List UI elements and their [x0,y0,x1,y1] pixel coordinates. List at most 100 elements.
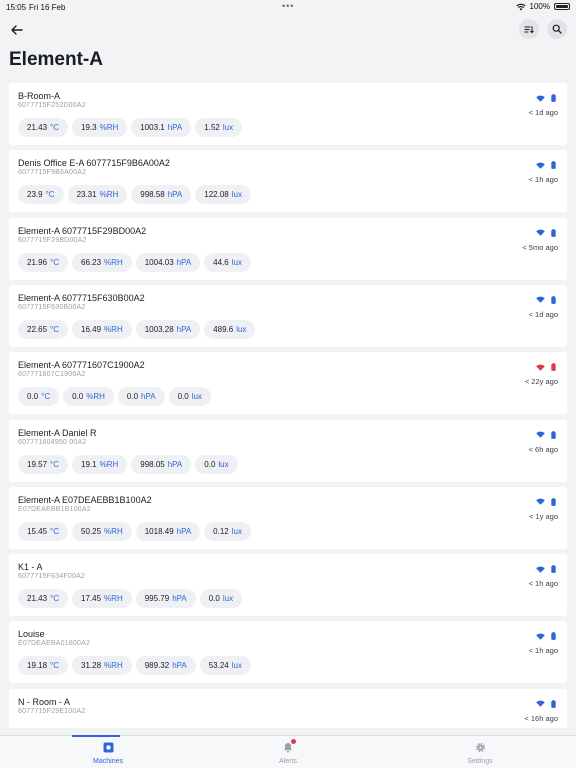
reading-unit: %RH [104,324,123,334]
alert-badge-dot [291,739,296,744]
reading-chip-press: 1003.1 hPA [131,118,192,137]
last-seen: < 5mo ago [522,242,558,252]
reading-chip-temp: 19.18 °C [18,656,69,676]
machine-serial: 607771607C1900A2 [18,371,86,379]
machine-card[interactable]: Element-A 6077715F29BD00A2 6077715F29BD00… [9,217,567,280]
reading-chip-temp: 19.57 °C [18,454,69,474]
machine-card[interactable]: Element-A Daniel R 607771604950 00A2 19.57… [9,419,567,482]
status-time: 15:05 [6,3,27,12]
reading-chip-hum: 19.3 %RH [72,118,128,137]
reading-chip-hum: 66.23 %RH [72,252,132,272]
reading-chips: 22.65 °C 16.49 %RH 1003.28 hPA 489.6 lux [18,319,256,339]
status-icons [536,161,556,170]
machines-icon [103,741,114,754]
reading-chip-press: 1003.28 hPA [135,319,201,339]
status-icons [536,632,556,641]
reading-unit: lux [236,324,247,334]
reading-chip-temp: 0.0 °C [18,387,60,407]
machine-name: K1 - A [18,562,43,573]
machine-serial: E07DEAEBB1B100A2 [18,505,91,513]
reading-unit: lux [222,594,234,604]
reading-value: 21.43 [27,123,48,132]
reading-unit: hPA [176,324,192,334]
machine-name: B-Room-A [18,91,61,101]
status-icons [536,295,556,304]
reading-chip-light: 489.6 lux [204,319,256,339]
back-button[interactable] [8,21,26,39]
search-icon [552,24,562,34]
battery-status-icon [551,363,556,372]
machine-card[interactable]: K1 - A 6077715F634F00A2 21.43 °C 17.45 %RH 995… [9,554,567,617]
reading-value: 19.18 [27,661,48,671]
reading-value: 21.96 [27,257,48,267]
reading-chip-temp: 21.96 °C [18,252,69,272]
reading-chips: 23.9 °C 23.31 %RH 998.58 hPA 122.08 lux [18,185,251,205]
tab-alerts-label: Alerts [279,758,297,765]
battery-status-icon [551,565,556,573]
reading-value: 23.9 [27,190,43,200]
top-bar [0,18,576,42]
status-icons [536,565,556,573]
reading-chip-light: 0.0 lux [168,387,211,407]
last-seen: < 1h ago [528,646,558,656]
reading-value: 0.0 [126,392,139,402]
search-button[interactable] [547,19,567,39]
reading-chip-hum: 23.31 %RH [67,185,128,205]
machine-card[interactable]: N - Room - A 6077715F29E100A2 < 16h ago [9,688,567,728]
reading-unit: %RH [99,190,119,200]
reading-chip-light: 44.6 lux [204,252,251,272]
machine-card[interactable]: Element-A 6077715F630B00A2 6077715F630B00… [9,284,567,347]
status-icons [536,228,556,237]
signal-icon [536,95,545,102]
sort-button[interactable] [519,19,539,39]
reading-value: 989.32 [144,661,170,671]
last-seen: < 1d ago [528,309,558,319]
machine-name: Element-A 6077715F29BD00A2 [18,225,147,236]
reading-unit: lux [222,123,234,132]
tab-machines-label: Machines [93,758,123,765]
reading-chip-hum: 19.1 %RH [72,454,128,474]
machine-list[interactable]: B-Room-A 6077715F252D00A2 21.43 °C 19.3 %RH 10… [9,83,567,728]
reading-unit: lux [231,190,242,200]
machine-card[interactable]: Louise E07DEAEBA01800A2 19.18 °C 31.28 %RH 989… [9,621,567,684]
reading-value: 31.28 [81,661,102,671]
reading-value: 19.1 [81,459,97,469]
machine-card[interactable]: Element-A 607771607C1900A2 607771607C1900… [9,352,567,415]
machine-card[interactable]: Denis Office E-A 6077715F9B6A00A2 6077715… [9,150,567,213]
machine-serial: E07DEAEBA01800A2 [18,640,91,648]
machine-name: Element-A 6077715F630B00A2 [18,292,145,303]
machine-card[interactable]: Element-A E07DEAEBB1B100A2 E07DEAEBB1B100… [9,486,567,549]
machine-name: Element-A 607771607C1900A2 [18,360,145,371]
reading-value: 0.0 [72,392,84,402]
reading-value: 998.58 [140,190,165,200]
reading-unit: hPA [141,392,156,402]
signal-icon [536,700,545,707]
reading-chip-press: 995.79 hPA [135,589,196,609]
reading-unit: lux [191,392,202,402]
reading-unit: °C [50,526,60,536]
battery-status-icon [551,632,556,641]
machine-serial: 6077715F9B6A00A2 [18,169,87,177]
reading-value: 0.0 [204,459,216,469]
reading-chip-light: 1.52 lux [195,118,243,137]
machine-card[interactable]: B-Room-A 6077715F252D00A2 21.43 °C 19.3 %RH 10… [9,83,567,145]
reading-unit: °C [50,123,60,132]
reading-unit: %RH [104,526,123,536]
reading-unit: °C [50,257,60,267]
tab-settings[interactable]: Settings [420,736,540,768]
signal-icon [536,364,545,371]
reading-chip-press: 0.0 hPA [117,387,165,407]
tab-alerts[interactable]: Alerts [228,736,348,768]
reading-unit: %RH [104,661,123,671]
multitask-dots[interactable]: ••• [282,1,294,11]
reading-unit: %RH [99,459,119,469]
tab-machines[interactable]: Machines [48,735,168,768]
tab-settings-label: Settings [467,758,493,765]
reading-value: 1018.49 [144,526,174,536]
reading-value: 1003.1 [140,123,165,132]
reading-value: 19.3 [81,123,97,132]
signal-icon [536,229,545,236]
reading-value: 1003.28 [144,324,174,334]
reading-unit: lux [231,661,242,671]
reading-chips: 0.0 °C 0.0 %RH 0.0 hPA 0.0 lux [18,387,211,407]
